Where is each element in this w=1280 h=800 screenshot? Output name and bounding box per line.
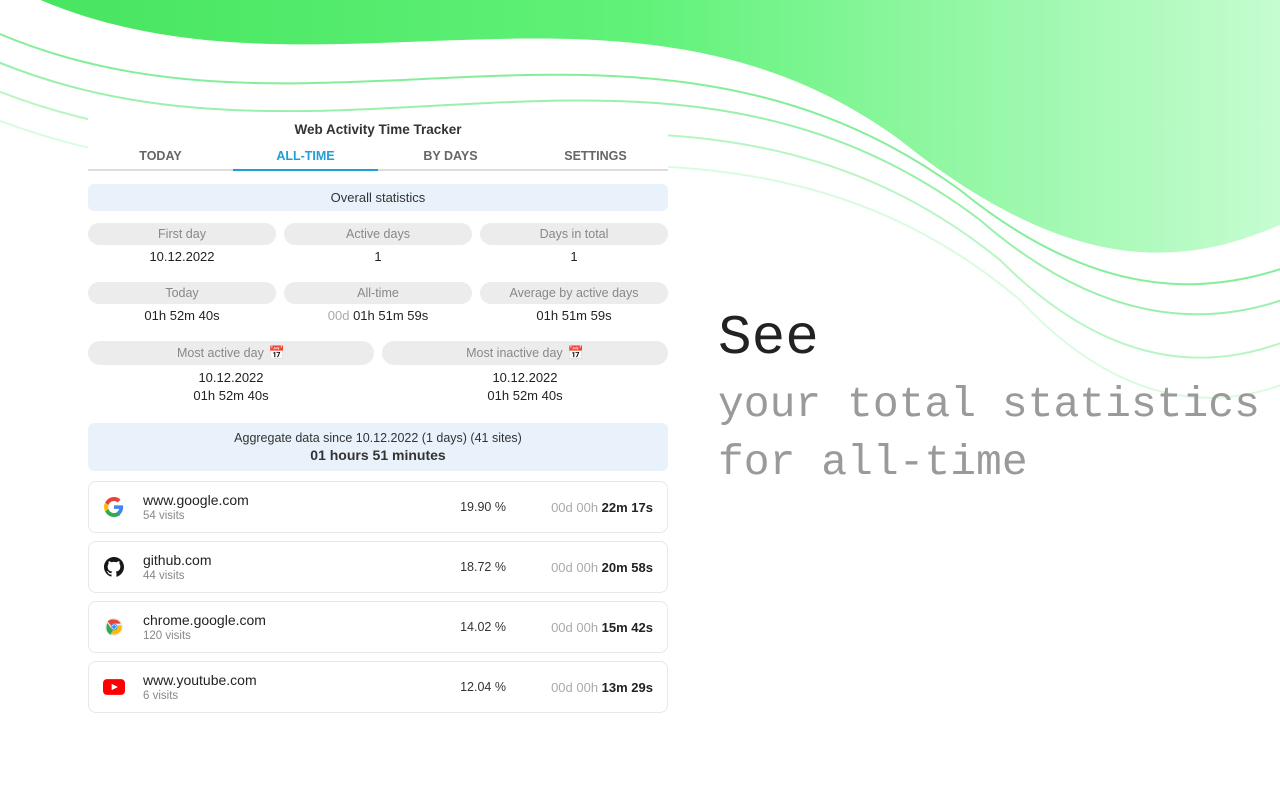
site-time: 00d 00h 15m 42s: [518, 620, 653, 635]
stats-row-1-labels: First day Active days Days in total: [88, 223, 668, 245]
first-day-label: First day: [88, 223, 276, 245]
site-time: 00d 00h 13m 29s: [518, 680, 653, 695]
headline-rest: your total statistics for all-time: [718, 376, 1280, 492]
site-visits: 54 visits: [143, 510, 448, 522]
site-row[interactable]: chrome.google.com 120 visits 14.02 % 00d…: [88, 601, 668, 653]
site-domain: chrome.google.com: [143, 612, 448, 628]
tab-settings[interactable]: SETTINGS: [523, 143, 668, 171]
calendar-icon: 📅: [269, 345, 285, 361]
overall-stats-header: Overall statistics: [88, 184, 668, 211]
calendar-icon: 📅: [568, 345, 584, 361]
chrome-icon: [103, 616, 125, 638]
days-total-label: Days in total: [480, 223, 668, 245]
site-percent: 19.90 %: [448, 500, 518, 514]
site-percent: 12.04 %: [448, 680, 518, 694]
aggregate-line1: Aggregate data since 10.12.2022 (1 days)…: [88, 431, 668, 445]
stats-row-3-values: 10.12.2022 01h 52m 40s 10.12.2022 01h 52…: [88, 369, 668, 405]
site-row[interactable]: www.google.com 54 visits 19.90 % 00d 00h…: [88, 481, 668, 533]
active-days-label: Active days: [284, 223, 472, 245]
alltime-label: All-time: [284, 282, 472, 304]
most-inactive-value: 10.12.2022 01h 52m 40s: [382, 369, 668, 405]
today-value: 01h 52m 40s: [88, 308, 276, 323]
stats-row-1-values: 10.12.2022 1 1: [88, 249, 668, 264]
most-active-value: 10.12.2022 01h 52m 40s: [88, 369, 374, 405]
tabs-bar: TODAY ALL-TIME BY DAYS SETTINGS: [88, 143, 668, 172]
site-list: www.google.com 54 visits 19.90 % 00d 00h…: [88, 481, 668, 713]
stats-row-3-labels: Most active day 📅 Most inactive day 📅: [88, 341, 668, 365]
github-icon: [103, 556, 125, 578]
most-inactive-label: Most inactive day 📅: [382, 341, 668, 365]
tab-today[interactable]: TODAY: [88, 143, 233, 171]
site-domain: www.google.com: [143, 492, 448, 508]
aggregate-total-time: 01 hours 51 minutes: [88, 447, 668, 463]
headline-big: See: [718, 310, 1280, 366]
alltime-value: 00d 01h 51m 59s: [284, 308, 472, 323]
stats-row-2-values: 01h 52m 40s 00d 01h 51m 59s 01h 51m 59s: [88, 308, 668, 323]
site-row[interactable]: www.youtube.com 6 visits 12.04 % 00d 00h…: [88, 661, 668, 713]
site-time: 00d 00h 22m 17s: [518, 500, 653, 515]
site-domain: www.youtube.com: [143, 672, 448, 688]
days-total-value: 1: [480, 249, 668, 264]
site-percent: 14.02 %: [448, 620, 518, 634]
avg-label: Average by active days: [480, 282, 668, 304]
site-domain: github.com: [143, 552, 448, 568]
google-icon: [103, 496, 125, 518]
app-title: Web Activity Time Tracker: [88, 112, 668, 143]
site-visits: 44 visits: [143, 570, 448, 582]
active-days-value: 1: [284, 249, 472, 264]
first-day-value: 10.12.2022: [88, 249, 276, 264]
site-visits: 6 visits: [143, 690, 448, 702]
aggregate-summary: Aggregate data since 10.12.2022 (1 days)…: [88, 423, 668, 471]
site-time: 00d 00h 20m 58s: [518, 560, 653, 575]
most-active-label: Most active day 📅: [88, 341, 374, 365]
site-row[interactable]: github.com 44 visits 18.72 % 00d 00h 20m…: [88, 541, 668, 593]
tab-alltime[interactable]: ALL-TIME: [233, 143, 378, 171]
stats-row-2-labels: Today All-time Average by active days: [88, 282, 668, 304]
tracker-panel: Web Activity Time Tracker TODAY ALL-TIME…: [88, 112, 668, 721]
marketing-headline: See your total statistics for all-time: [718, 310, 1280, 492]
site-visits: 120 visits: [143, 630, 448, 642]
tab-bydays[interactable]: BY DAYS: [378, 143, 523, 171]
avg-value: 01h 51m 59s: [480, 308, 668, 323]
youtube-icon: [103, 676, 125, 698]
site-percent: 18.72 %: [448, 560, 518, 574]
today-label: Today: [88, 282, 276, 304]
